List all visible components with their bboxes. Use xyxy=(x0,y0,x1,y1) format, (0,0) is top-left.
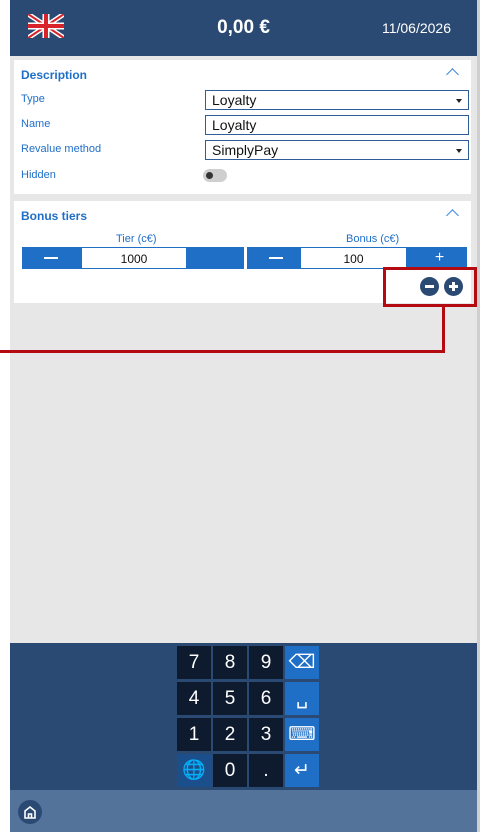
annotation-callout-line xyxy=(442,307,445,353)
tier-decrement-button[interactable] xyxy=(22,247,82,269)
tier-value-field[interactable]: 1000 xyxy=(82,247,186,269)
key-7[interactable]: 7 xyxy=(177,646,211,679)
description-card: Description Type Loyalty Name Loyalty Re… xyxy=(14,60,471,194)
home-icon xyxy=(24,805,36,819)
key-0[interactable]: 0 xyxy=(213,754,247,787)
name-field-value: Loyalty xyxy=(212,117,257,133)
key-4[interactable]: 4 xyxy=(177,682,211,715)
name-label: Name xyxy=(21,118,51,130)
bonus-stepper: 100 xyxy=(247,247,412,269)
enter-key[interactable]: ↵ xyxy=(285,754,319,787)
bonus-decrement-button[interactable] xyxy=(247,247,301,269)
annotation-highlight-box xyxy=(383,267,477,307)
device: 0,00 € 11/06/2026 Description Type Loyal… xyxy=(0,0,480,832)
enter-icon: ↵ xyxy=(294,760,310,781)
name-field[interactable]: Loyalty xyxy=(205,115,469,135)
bonus-column-header: Bonus (c€) xyxy=(346,233,400,245)
space-icon: ␣ xyxy=(295,688,309,709)
collapse-chevron-icon[interactable] xyxy=(446,209,459,222)
key-1[interactable]: 1 xyxy=(177,718,211,751)
annotation-callout-line xyxy=(0,350,445,353)
revalue-method-label: Revalue method xyxy=(21,143,102,155)
type-select[interactable]: Loyalty xyxy=(205,90,469,110)
home-button[interactable] xyxy=(18,800,42,824)
bonus-increment-button[interactable]: + xyxy=(412,247,467,269)
current-date: 11/06/2026 xyxy=(381,20,451,36)
app-screen: 0,00 € 11/06/2026 Description Type Loyal… xyxy=(10,0,477,832)
revalue-method-select[interactable]: SimplyPay xyxy=(205,140,469,160)
bonus-tiers-title: Bonus tiers xyxy=(21,209,88,223)
tier-column-header: Tier (c€) xyxy=(116,233,157,245)
decimal-key[interactable]: . xyxy=(249,754,283,787)
key-5[interactable]: 5 xyxy=(213,682,247,715)
space-key[interactable]: ␣ xyxy=(285,682,319,715)
key-2[interactable]: 2 xyxy=(213,718,247,751)
tier-stepper: 1000 xyxy=(22,247,244,269)
bottom-bar xyxy=(10,790,477,832)
key-6[interactable]: 6 xyxy=(249,682,283,715)
collapse-chevron-icon[interactable] xyxy=(446,68,459,81)
backspace-key[interactable]: ⌫ xyxy=(285,646,319,679)
revalue-method-value: SimplyPay xyxy=(212,142,279,158)
backspace-icon: ⌫ xyxy=(288,652,316,673)
numeric-keypad: 7 8 9 ⌫ 4 5 6 ␣ 1 2 3 ⌨ 🌐 0 . ↵ xyxy=(10,643,477,790)
language-key[interactable]: 🌐 xyxy=(177,754,211,787)
keyboard-toggle-key[interactable]: ⌨ xyxy=(285,718,319,751)
type-label: Type xyxy=(21,93,45,105)
key-8[interactable]: 8 xyxy=(213,646,247,679)
description-title: Description xyxy=(21,68,88,82)
hidden-toggle[interactable] xyxy=(203,169,227,182)
top-bar: 0,00 € 11/06/2026 xyxy=(10,0,477,56)
keyboard-icon: ⌨ xyxy=(288,724,316,745)
key-9[interactable]: 9 xyxy=(249,646,283,679)
key-3[interactable]: 3 xyxy=(249,718,283,751)
type-select-value: Loyalty xyxy=(212,92,257,108)
hidden-label: Hidden xyxy=(21,169,56,181)
bonus-value-field[interactable]: 100 xyxy=(301,247,406,269)
globe-icon: 🌐 xyxy=(182,760,206,781)
